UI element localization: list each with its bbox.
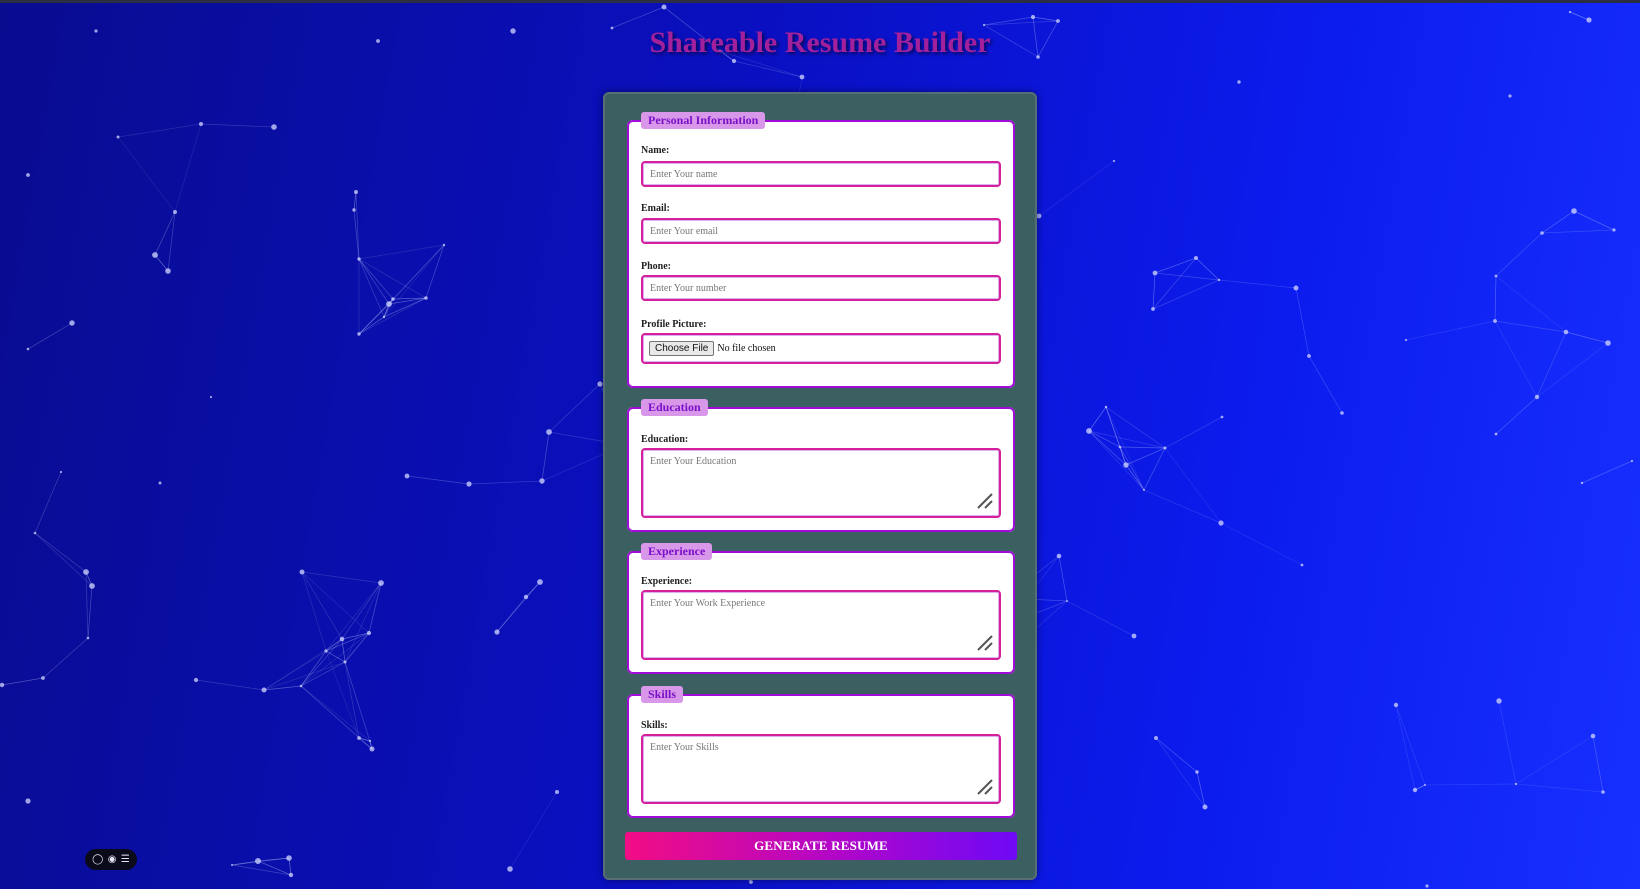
education-label: Education:	[641, 434, 689, 445]
chat-icon[interactable]: ◯	[92, 854, 103, 865]
file-status-text: No file chosen	[717, 343, 776, 354]
page-title: Shareable Resume Builder	[649, 26, 991, 59]
eye-icon[interactable]: ◉	[108, 854, 117, 865]
email-input[interactable]	[641, 218, 1001, 244]
resize-grip-icon[interactable]	[976, 634, 994, 652]
floating-toolbar: ◯ ◉ ☰	[85, 849, 137, 870]
profile-picture-input[interactable]: Choose File No file chosen	[641, 333, 1001, 364]
experience-section: Experience Experience:	[627, 543, 1015, 674]
skills-section: Skills Skills:	[627, 686, 1015, 818]
skills-label: Skills:	[641, 720, 668, 731]
personal-information-section: Personal Information Name: Email: Phone:…	[627, 112, 1015, 388]
phone-input[interactable]	[641, 275, 1001, 301]
education-textarea[interactable]	[641, 448, 1001, 518]
experience-legend: Experience	[641, 543, 713, 560]
profile-picture-label: Profile Picture:	[641, 319, 707, 330]
name-label: Name:	[641, 145, 670, 156]
resize-grip-icon[interactable]	[976, 492, 994, 510]
menu-icon[interactable]: ☰	[121, 854, 130, 865]
phone-label: Phone:	[641, 261, 671, 272]
choose-file-button[interactable]: Choose File	[649, 341, 715, 356]
email-label: Email:	[641, 203, 670, 214]
education-legend: Education	[641, 399, 708, 416]
experience-textarea[interactable]	[641, 590, 1001, 660]
generate-resume-button[interactable]: GENERATE RESUME	[625, 832, 1017, 860]
name-input[interactable]	[641, 161, 1001, 187]
resume-form: Personal Information Name: Email: Phone:…	[603, 92, 1037, 880]
education-section: Education Education:	[627, 399, 1015, 532]
experience-label: Experience:	[641, 576, 693, 587]
skills-legend: Skills	[641, 686, 684, 703]
skills-textarea[interactable]	[641, 734, 1001, 804]
resize-grip-icon[interactable]	[976, 778, 994, 796]
personal-information-legend: Personal Information	[641, 112, 766, 129]
